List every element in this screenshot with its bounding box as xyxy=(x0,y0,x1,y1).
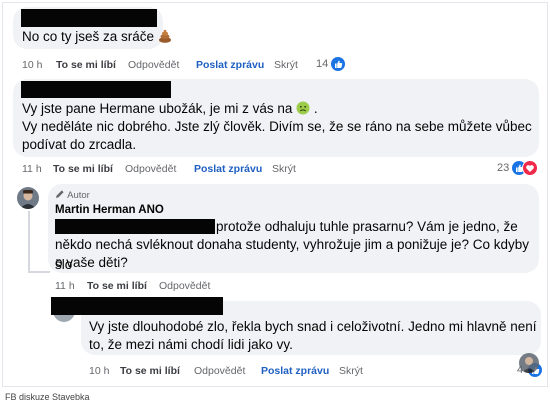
comment-text: někdo nechá svléknout donaha studenty, v… xyxy=(55,237,530,272)
avatar[interactable] xyxy=(17,187,39,209)
comment-text: protože odhaluju tuhle prasarnu? Vám je … xyxy=(216,219,518,234)
comment-text: podívat do zrcadla. xyxy=(22,137,137,152)
pencil-icon xyxy=(56,190,64,198)
nauseated-emoji-icon xyxy=(296,101,310,115)
reaction-count[interactable]: 14 xyxy=(316,58,328,70)
comment-time[interactable]: 10 h xyxy=(89,365,109,377)
comment-time[interactable]: 11 h xyxy=(22,163,42,175)
redacted-name xyxy=(51,297,223,315)
like-link[interactable]: To se mi líbí xyxy=(120,365,180,377)
screenshot-frame: No co ty jseš za sráče 10 h To se mi líb… xyxy=(2,2,548,387)
comment-text: Vy jste dlouhodobé zlo, řekla bych snad … xyxy=(89,319,537,334)
viewer-avatar[interactable] xyxy=(519,353,539,373)
reply-link[interactable]: Odpovědět xyxy=(194,365,245,377)
redacted-name xyxy=(21,81,171,98)
send-message-link[interactable]: Poslat zprávu xyxy=(196,59,264,71)
comment-time[interactable]: 11 h xyxy=(55,280,75,292)
reaction-count[interactable]: 23 xyxy=(497,162,509,174)
comment-text: No co ty jseš za sráče xyxy=(22,27,172,47)
send-message-link[interactable]: Poslat zprávu xyxy=(261,365,329,377)
reply-link[interactable]: Odpovědět xyxy=(125,163,176,175)
thread-line xyxy=(28,271,50,273)
love-reaction-icon xyxy=(522,160,538,176)
comment-time[interactable]: 10 h xyxy=(22,59,42,71)
thread-line xyxy=(28,211,30,271)
reply-link[interactable]: Odpovědět xyxy=(128,59,179,71)
hide-link[interactable]: Skrýt xyxy=(339,365,363,377)
like-link[interactable]: To se mi líbí xyxy=(53,163,113,175)
redacted-text xyxy=(55,219,215,234)
author-tag: Autor xyxy=(55,189,90,201)
author-name[interactable]: Martin Herman ANO xyxy=(55,204,164,216)
comment-text: Vy jste pane Hermane ubožák, je mi z vás… xyxy=(22,101,318,116)
comment-text: to, že mezi námi chodí lidi jako vy. xyxy=(89,337,293,352)
comment-text: o vaše děti? xyxy=(55,255,128,270)
like-link[interactable]: To se mi líbí xyxy=(56,59,116,71)
send-message-link[interactable]: Poslat zprávu xyxy=(194,163,262,175)
poop-emoji-icon xyxy=(158,29,171,43)
redacted-name xyxy=(21,9,157,27)
hide-link[interactable]: Skrýt xyxy=(274,59,298,71)
comment-text: Vy neděláte nic dobrého. Jste zlý člověk… xyxy=(22,119,532,134)
hide-link[interactable]: Skrýt xyxy=(272,163,296,175)
reply-link[interactable]: Odpovědět xyxy=(159,280,210,292)
image-caption: FB diskuze Stavebka xyxy=(5,392,90,402)
like-reaction-icon xyxy=(330,56,346,72)
like-link[interactable]: To se mi líbí xyxy=(87,280,147,292)
